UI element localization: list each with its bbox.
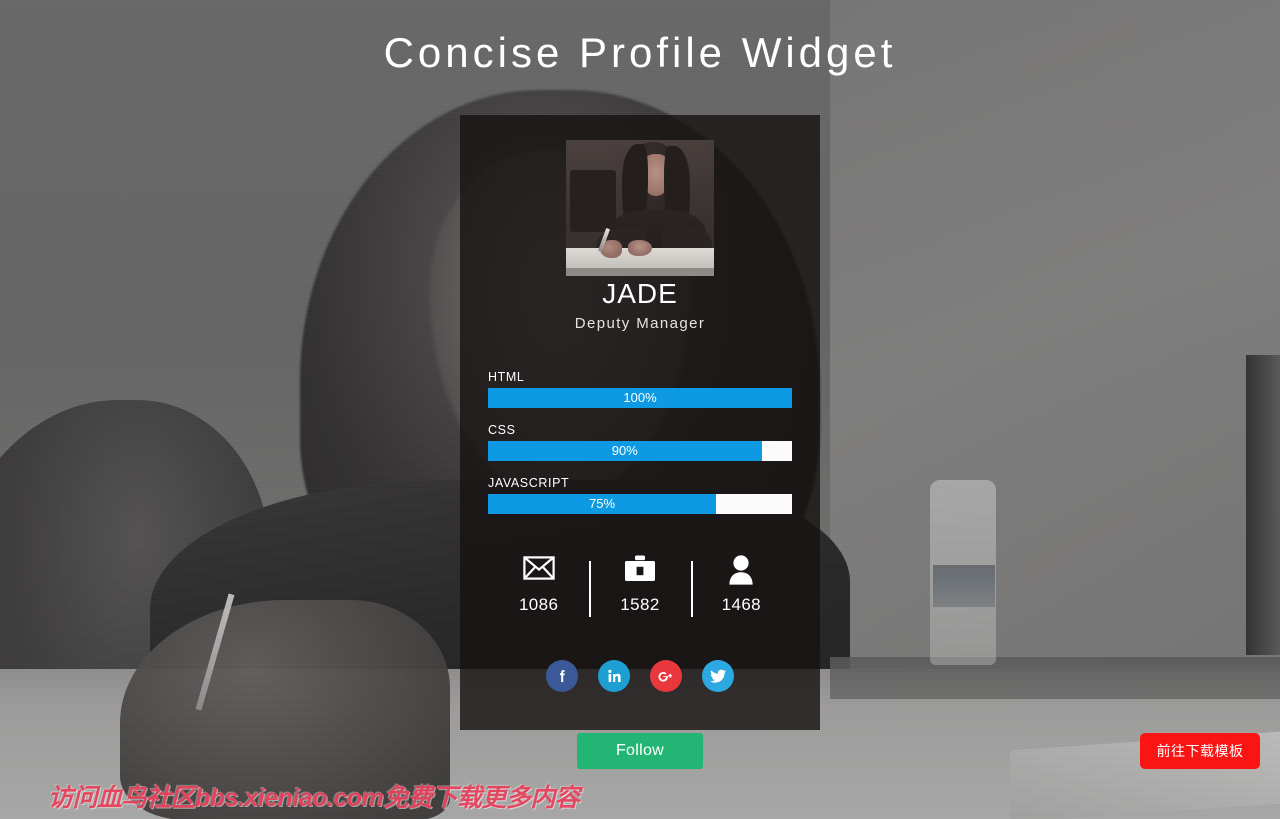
skill-value-javascript: 75% <box>588 496 616 511</box>
watermark-text: 访问血鸟社区bbs.xieniao.com免费下载更多内容 <box>48 784 580 812</box>
skill-row: CSS 90% <box>488 423 792 461</box>
skill-row: HTML 100% <box>488 370 792 408</box>
background-bottle-label <box>933 565 995 607</box>
linkedin-icon[interactable] <box>598 660 630 692</box>
skill-track-css[interactable]: 90% <box>488 441 792 461</box>
avatar-chair <box>570 170 616 232</box>
stat-messages[interactable]: 1086 <box>488 555 589 615</box>
stat-followers[interactable]: 1468 <box>690 555 792 617</box>
background-monitor <box>1246 355 1280 655</box>
facebook-icon[interactable] <box>546 660 578 692</box>
skill-track-javascript[interactable]: 75% <box>488 494 792 514</box>
stat-count-messages: 1086 <box>518 595 559 614</box>
skill-row: JAVASCRIPT 75% <box>488 476 792 514</box>
avatar-hand-right <box>628 240 652 256</box>
follow-button[interactable]: Follow <box>577 733 703 769</box>
briefcase-icon <box>589 555 690 585</box>
skill-track-html[interactable]: 100% <box>488 388 792 408</box>
download-template-button[interactable]: 前往下载模板 <box>1140 733 1260 769</box>
profile-card: JADE Deputy Manager HTML 100% CSS 90% JA… <box>460 115 820 730</box>
envelope-icon <box>488 555 589 585</box>
background-wall-right <box>830 0 1280 700</box>
profile-role: Deputy Manager <box>574 315 706 332</box>
stat-projects[interactable]: 1582 <box>589 555 690 617</box>
skill-value-html: 100% <box>623 390 657 405</box>
avatar <box>566 140 714 276</box>
profile-name: JADE <box>602 278 678 309</box>
skill-label-html: HTML <box>488 370 525 384</box>
skills-section: HTML 100% CSS 90% JAVASCRIPT 75% <box>488 370 792 514</box>
twitter-icon[interactable] <box>702 660 734 692</box>
stats-section: 1086 1582 1468 <box>488 555 792 617</box>
background-desk-edge <box>830 657 1280 699</box>
social-links <box>460 660 820 692</box>
user-icon <box>691 555 792 585</box>
page-title: Concise Profile Widget <box>383 29 897 76</box>
skill-label-javascript: JAVASCRIPT <box>488 476 570 490</box>
googleplus-icon[interactable] <box>650 660 682 692</box>
stat-count-projects: 1582 <box>620 595 660 614</box>
page-stage: Concise Profile Widget JADE Deputy Manag… <box>0 0 1280 819</box>
avatar-desk <box>566 268 714 276</box>
stat-count-followers: 1468 <box>721 595 762 614</box>
skill-label-css: CSS <box>488 423 516 437</box>
skill-value-css: 90% <box>611 443 638 458</box>
